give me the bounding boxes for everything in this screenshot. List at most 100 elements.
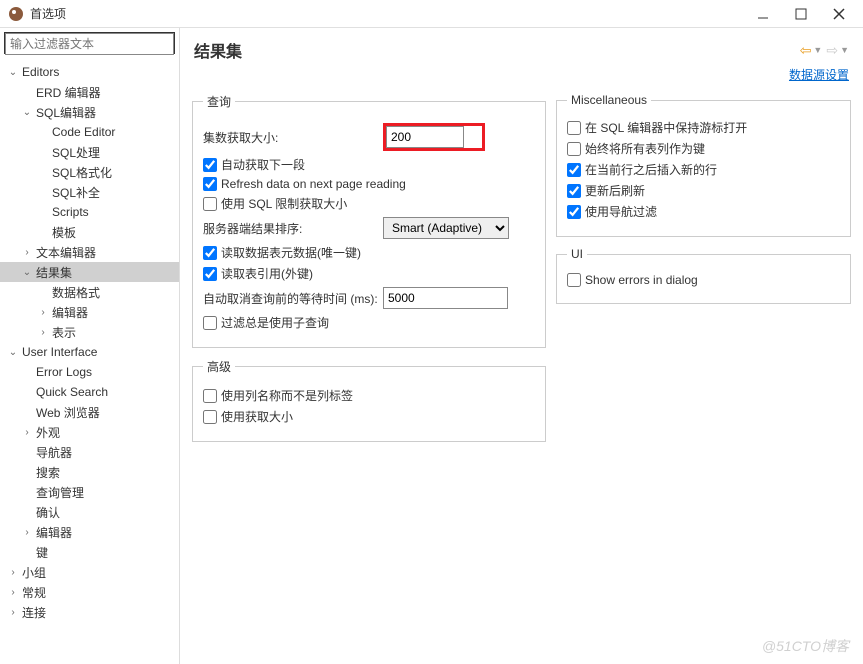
tree-item[interactable]: ⌄Editors: [0, 62, 179, 82]
nav-back-dropdown[interactable]: ▼: [813, 45, 822, 55]
tree-item[interactable]: Scripts: [0, 202, 179, 222]
tree-item[interactable]: ⌄User Interface: [0, 342, 179, 362]
auto-fetch-next-label: 自动获取下一段: [221, 156, 305, 173]
tree-item-label: 外观: [34, 424, 60, 441]
chevron-right-icon[interactable]: ›: [20, 247, 34, 258]
use-col-name-checkbox[interactable]: [203, 389, 217, 403]
chevron-right-icon[interactable]: ›: [20, 527, 34, 538]
misc-group: Miscellaneous 在 SQL 编辑器中保持游标打开 始终将所有表列作为…: [556, 93, 851, 237]
tree-item[interactable]: ›连接: [0, 602, 179, 622]
chevron-right-icon[interactable]: ›: [6, 567, 20, 578]
tree-item-label: User Interface: [20, 345, 97, 359]
datasource-settings-link[interactable]: 数据源设置: [789, 68, 849, 82]
filter-box: [4, 32, 175, 54]
tree-item-label: Code Editor: [50, 125, 115, 139]
tree-item[interactable]: SQL格式化: [0, 162, 179, 182]
all-cols-keys-checkbox[interactable]: [567, 142, 581, 156]
tree-item[interactable]: Quick Search: [0, 382, 179, 402]
insert-after-row-label: 在当前行之后插入新的行: [585, 161, 717, 178]
tree-item-label: 结果集: [34, 264, 72, 281]
tree-item-label: 键: [34, 544, 48, 561]
chevron-down-icon[interactable]: ⌄: [6, 347, 20, 358]
nav-forward-icon[interactable]: ⇨: [826, 42, 838, 59]
tree-item[interactable]: Code Editor: [0, 122, 179, 142]
use-fetch-size-label: 使用获取大小: [221, 408, 293, 425]
tree-item-label: Scripts: [50, 205, 89, 219]
tree-item[interactable]: SQL处理: [0, 142, 179, 162]
tree-item[interactable]: ›小组: [0, 562, 179, 582]
use-nav-filter-checkbox[interactable]: [567, 205, 581, 219]
refresh-after-update-checkbox[interactable]: [567, 184, 581, 198]
read-ref-label: 读取表引用(外键): [221, 265, 313, 282]
close-button[interactable]: [829, 4, 849, 24]
tree-item-label: ERD 编辑器: [34, 84, 101, 101]
read-meta-checkbox[interactable]: [203, 246, 217, 260]
auto-fetch-next-checkbox[interactable]: [203, 158, 217, 172]
tree-item-label: 查询管理: [34, 484, 84, 501]
chevron-down-icon[interactable]: ⌄: [6, 67, 20, 78]
keep-cursor-checkbox[interactable]: [567, 121, 581, 135]
chevron-down-icon[interactable]: ⌄: [20, 107, 34, 118]
tree-item[interactable]: 确认: [0, 502, 179, 522]
chevron-down-icon[interactable]: ⌄: [20, 267, 34, 278]
filter-input[interactable]: [5, 33, 174, 55]
tree-item-label: 导航器: [34, 444, 72, 461]
misc-legend: Miscellaneous: [567, 93, 651, 107]
tree-item-label: Error Logs: [34, 365, 92, 379]
ui-group: UI Show errors in dialog: [556, 247, 851, 304]
chevron-right-icon[interactable]: ›: [36, 327, 50, 338]
query-group: 查询 集数获取大小: 自动获取下一段 Refresh data on next …: [192, 93, 546, 348]
tree-item-label: 连接: [20, 604, 46, 621]
tree-item[interactable]: Error Logs: [0, 362, 179, 382]
chevron-right-icon[interactable]: ›: [36, 307, 50, 318]
tree-item[interactable]: ›编辑器: [0, 302, 179, 322]
tree-item[interactable]: 导航器: [0, 442, 179, 462]
tree-item[interactable]: Web 浏览器: [0, 402, 179, 422]
maximize-button[interactable]: [791, 4, 811, 24]
cancel-wait-input[interactable]: [383, 287, 508, 309]
tree-item[interactable]: 模板: [0, 222, 179, 242]
tree-item[interactable]: ›外观: [0, 422, 179, 442]
nav-back-icon[interactable]: ⇦: [800, 42, 812, 59]
minimize-button[interactable]: [753, 4, 773, 24]
tree-item[interactable]: ›编辑器: [0, 522, 179, 542]
app-icon: [8, 6, 24, 22]
tree-item[interactable]: ERD 编辑器: [0, 82, 179, 102]
tree-item[interactable]: 数据格式: [0, 282, 179, 302]
chevron-right-icon[interactable]: ›: [20, 427, 34, 438]
tree-item[interactable]: SQL补全: [0, 182, 179, 202]
tree-item[interactable]: ›文本编辑器: [0, 242, 179, 262]
filter-subquery-checkbox[interactable]: [203, 316, 217, 330]
tree-item-label: 搜索: [34, 464, 60, 481]
tree-item[interactable]: ⌄SQL编辑器: [0, 102, 179, 122]
tree-item-label: 模板: [50, 224, 76, 241]
advanced-legend: 高级: [203, 358, 235, 375]
tree-item-label: Editors: [20, 65, 59, 79]
refresh-next-page-checkbox[interactable]: [203, 177, 217, 191]
nav-forward-dropdown[interactable]: ▼: [840, 45, 849, 55]
use-fetch-size-checkbox[interactable]: [203, 410, 217, 424]
tree-item-label: 数据格式: [50, 284, 100, 301]
refresh-next-page-label: Refresh data on next page reading: [221, 177, 406, 191]
tree-item[interactable]: ⌄结果集: [0, 262, 179, 282]
sidebar: ⌄EditorsERD 编辑器⌄SQL编辑器Code EditorSQL处理SQ…: [0, 28, 180, 664]
read-ref-checkbox[interactable]: [203, 267, 217, 281]
chevron-right-icon[interactable]: ›: [6, 587, 20, 598]
filter-subquery-label: 过滤总是使用子查询: [221, 314, 329, 331]
tree-item[interactable]: ›表示: [0, 322, 179, 342]
tree-item[interactable]: ›常规: [0, 582, 179, 602]
server-sort-select[interactable]: Smart (Adaptive): [383, 217, 509, 239]
preferences-tree: ⌄EditorsERD 编辑器⌄SQL编辑器Code EditorSQL处理SQ…: [0, 58, 179, 664]
tree-item-label: Quick Search: [34, 385, 108, 399]
fetch-size-input[interactable]: [386, 126, 464, 148]
tree-item[interactable]: 键: [0, 542, 179, 562]
tree-item-label: SQL补全: [50, 184, 100, 201]
use-sql-limit-checkbox[interactable]: [203, 197, 217, 211]
all-cols-keys-label: 始终将所有表列作为键: [585, 140, 705, 157]
chevron-right-icon[interactable]: ›: [6, 607, 20, 618]
cancel-wait-label: 自动取消查询前的等待时间 (ms):: [203, 290, 383, 307]
tree-item[interactable]: 查询管理: [0, 482, 179, 502]
show-errors-dialog-checkbox[interactable]: [567, 273, 581, 287]
insert-after-row-checkbox[interactable]: [567, 163, 581, 177]
tree-item[interactable]: 搜索: [0, 462, 179, 482]
